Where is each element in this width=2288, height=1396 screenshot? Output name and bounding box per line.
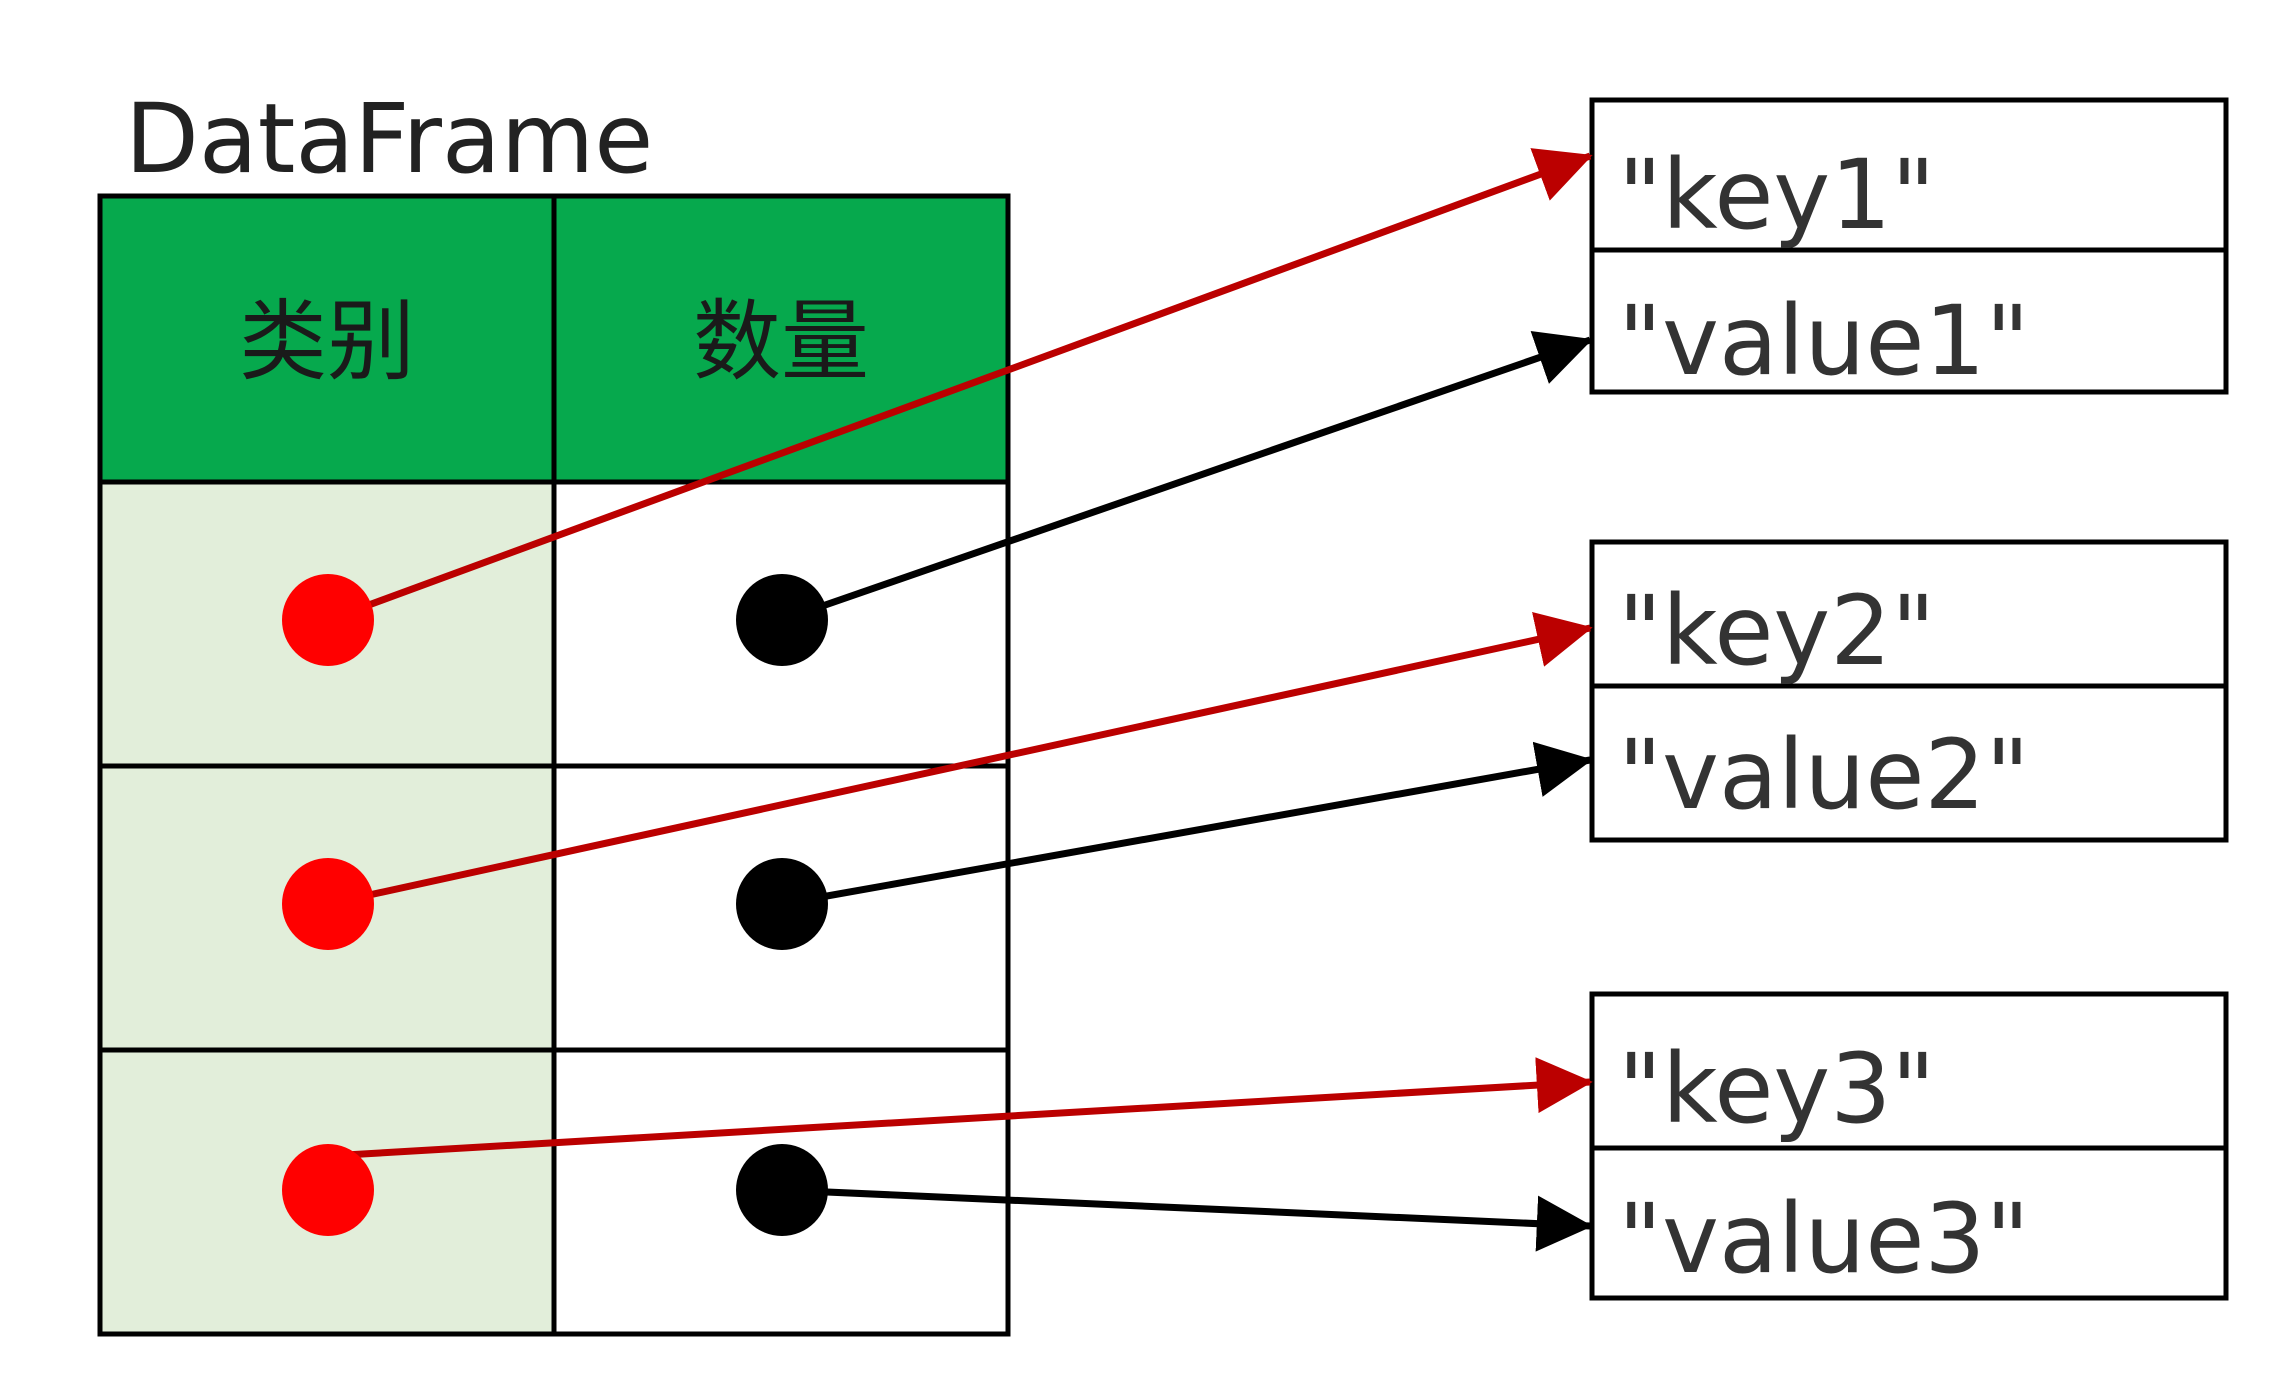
kv-box-1-value: "value1" xyxy=(1618,285,2030,397)
key-pointer-dot-1 xyxy=(282,574,374,666)
kv-box-2: "key2" "value2" xyxy=(1589,539,2229,843)
dataframe-table: 类别 数量 xyxy=(97,193,1011,1337)
key-pointer-dot-2 xyxy=(282,858,374,950)
value-pointer-dot-3 xyxy=(736,1144,828,1236)
kv-box-1-key: "key1" xyxy=(1618,139,1935,251)
key-pointer-dot-3 xyxy=(282,1144,374,1236)
header-quantity: 数量 xyxy=(693,290,869,393)
kv-box-2-key: "key2" xyxy=(1618,575,1935,687)
kv-box-3-value: "value3" xyxy=(1618,1183,2030,1295)
kv-box-1: "key1" "value1" xyxy=(1589,97,2229,397)
header-category: 类别 xyxy=(239,290,415,393)
kv-box-3-key: "key3" xyxy=(1618,1033,1935,1145)
value-pointer-dot-2 xyxy=(736,858,828,950)
dataframe-title: DataFrame xyxy=(125,83,653,195)
value-pointer-dot-1 xyxy=(736,574,828,666)
kv-box-3: "key3" "value3" xyxy=(1589,991,2229,1301)
kv-box-2-value: "value2" xyxy=(1618,719,2030,831)
dataframe-diagram: DataFrame 类别 数量 "key1" "value1" "key2" "… xyxy=(97,83,2229,1337)
